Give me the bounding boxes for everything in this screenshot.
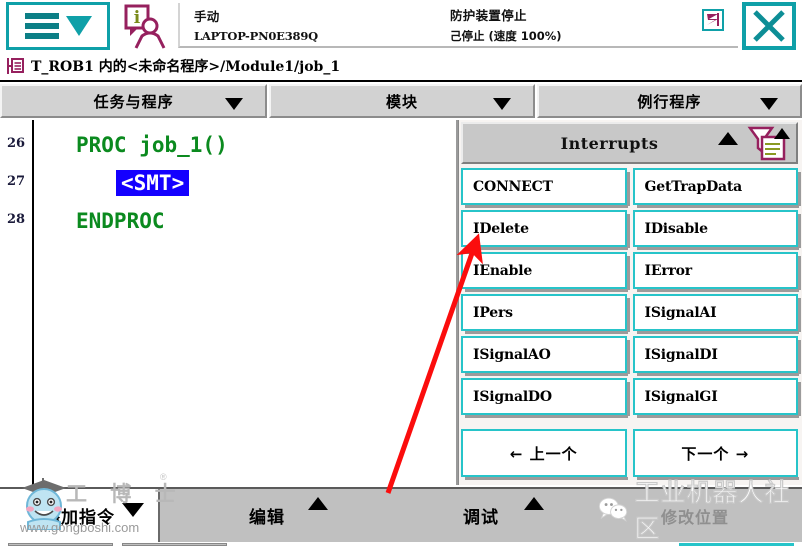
instruction-button-isignalai[interactable]: ISignalAI bbox=[632, 294, 801, 334]
line-number: 28 bbox=[6, 212, 26, 227]
tab-routines[interactable]: 例行程序 bbox=[536, 84, 802, 118]
chevron-down-icon bbox=[492, 98, 511, 110]
main-menu-button[interactable] bbox=[6, 2, 110, 50]
triangle-up-icon-secondary[interactable] bbox=[774, 128, 790, 139]
status-display: 手动 LAPTOP-PN0E389Q 防护装置停止 己停止 (速度 100%) bbox=[178, 3, 738, 48]
controller-name: LAPTOP-PN0E389Q bbox=[194, 29, 318, 43]
button-label: ← 上一个 bbox=[509, 444, 578, 463]
run-state: 己停止 (速度 100%) bbox=[450, 29, 562, 43]
status-left-column: 手动 LAPTOP-PN0E389Q bbox=[180, 3, 450, 46]
button-label: IDisable bbox=[644, 220, 709, 237]
code-line[interactable]: PROC job_1() bbox=[34, 132, 456, 170]
close-button[interactable] bbox=[742, 2, 796, 50]
next-page-button[interactable]: 下一个 → bbox=[632, 429, 799, 480]
tab-tasks-and-programs[interactable]: 任务与程序 bbox=[0, 84, 268, 118]
code-lines: PROC job_1() <SMT> ENDPROC bbox=[34, 120, 456, 485]
selector-tab-bar: 任务与程序 模块 例行程序 bbox=[0, 84, 802, 120]
instruction-button-connect[interactable]: CONNECT bbox=[461, 168, 629, 208]
task-status-icon[interactable] bbox=[702, 9, 724, 31]
hamburger-icon bbox=[24, 13, 59, 39]
button-label: IError bbox=[644, 262, 693, 279]
button-label: ISignalDO bbox=[473, 388, 552, 405]
modify-position-label: 修改位置 bbox=[660, 507, 729, 527]
button-label: ISignalAI bbox=[644, 304, 717, 321]
top-header: i 手动 LAPTOP-PN0E389Q 防护装置停止 己停止 (速度 100%… bbox=[0, 0, 802, 52]
program-module-icon bbox=[5, 56, 25, 76]
code-line[interactable]: ENDPROC bbox=[34, 208, 456, 246]
button-label: ISignalAO bbox=[473, 346, 551, 363]
button-label: ISignalDI bbox=[644, 346, 718, 363]
add-instruction-label: 添加指令 bbox=[43, 508, 115, 528]
triangle-up-icon[interactable] bbox=[718, 132, 738, 145]
tab-label: 模块 bbox=[385, 92, 418, 111]
debug-button[interactable]: 调试 bbox=[374, 489, 588, 542]
button-label: CONNECT bbox=[473, 178, 553, 195]
triangle-up-icon bbox=[308, 497, 328, 510]
instruction-panel: Interrupts CONNECT GetTrapData IDelete I… bbox=[458, 120, 802, 485]
button-label: IPers bbox=[473, 304, 513, 321]
edit-label: 编辑 bbox=[249, 508, 285, 528]
debug-label: 调试 bbox=[463, 508, 499, 528]
svg-text:i: i bbox=[134, 8, 141, 28]
safety-state: 防护装置停止 bbox=[450, 8, 527, 23]
button-label: IEnable bbox=[473, 262, 533, 279]
line-number: 26 bbox=[6, 136, 26, 151]
modify-position-button[interactable]: 修改位置 bbox=[588, 489, 802, 542]
instruction-button-ierror[interactable]: IError bbox=[632, 252, 801, 292]
instruction-button-isignalgi[interactable]: ISignalGI bbox=[632, 378, 801, 418]
chevron-down-icon bbox=[65, 16, 92, 36]
line-number: 27 bbox=[6, 174, 26, 189]
line-number-gutter: 26 27 28 bbox=[0, 120, 34, 485]
tab-label: 任务与程序 bbox=[93, 92, 174, 111]
button-label: 下一个 → bbox=[681, 444, 750, 463]
instruction-button-gettrapdata[interactable]: GetTrapData bbox=[632, 168, 801, 208]
bottom-toolbar: 添加指令 编辑 调试 修改位置 bbox=[0, 487, 802, 542]
tab-label: 例行程序 bbox=[637, 92, 702, 111]
instruction-button-idelete[interactable]: IDelete bbox=[461, 210, 629, 250]
instruction-button-isignalao[interactable]: ISignalAO bbox=[461, 336, 629, 376]
selection-token: <SMT> bbox=[116, 170, 190, 196]
button-label: GetTrapData bbox=[644, 178, 743, 195]
operator-info-icon[interactable]: i bbox=[118, 0, 172, 52]
code-editor[interactable]: 26 27 28 PROC job_1() <SMT> ENDPROC bbox=[0, 120, 458, 485]
instruction-button-ienable[interactable]: IEnable bbox=[461, 252, 629, 292]
add-instruction-button[interactable]: 添加指令 bbox=[0, 489, 160, 542]
instruction-button-idisable[interactable]: IDisable bbox=[632, 210, 801, 250]
breadcrumb: T_ROB1 内的<未命名程序>/Module1/job_1 bbox=[0, 52, 802, 82]
chevron-down-icon bbox=[122, 503, 144, 517]
operating-mode: 手动 bbox=[194, 9, 220, 24]
close-x-icon bbox=[753, 10, 785, 42]
instruction-button-isignaldo[interactable]: ISignalDO bbox=[461, 378, 629, 418]
instruction-button-isignaldi[interactable]: ISignalDI bbox=[632, 336, 801, 376]
instruction-button-ipers[interactable]: IPers bbox=[461, 294, 629, 334]
edit-button[interactable]: 编辑 bbox=[160, 489, 374, 542]
tab-modules[interactable]: 模块 bbox=[269, 84, 535, 118]
status-right-column: 防护装置停止 己停止 (速度 100%) bbox=[450, 3, 720, 46]
flexpendant-screen: i 手动 LAPTOP-PN0E389Q 防护装置停止 己停止 (速度 100%… bbox=[0, 0, 802, 546]
previous-page-button[interactable]: ← 上一个 bbox=[461, 429, 627, 480]
button-label: IDelete bbox=[473, 220, 529, 237]
breadcrumb-path: T_ROB1 内的<未命名程序>/Module1/job_1 bbox=[31, 59, 341, 75]
triangle-up-icon bbox=[524, 497, 544, 510]
button-label: ISignalGI bbox=[644, 388, 718, 405]
chevron-down-icon bbox=[225, 98, 244, 110]
panel-header: Interrupts bbox=[461, 122, 798, 164]
instruction-button-grid: CONNECT GetTrapData IDelete IDisable IEn… bbox=[459, 168, 802, 418]
chevron-down-icon bbox=[759, 98, 778, 110]
code-line-selected[interactable]: <SMT> bbox=[34, 170, 456, 208]
panel-pagination: ← 上一个 下一个 → bbox=[459, 429, 802, 480]
bottom-status-strip bbox=[0, 542, 802, 546]
